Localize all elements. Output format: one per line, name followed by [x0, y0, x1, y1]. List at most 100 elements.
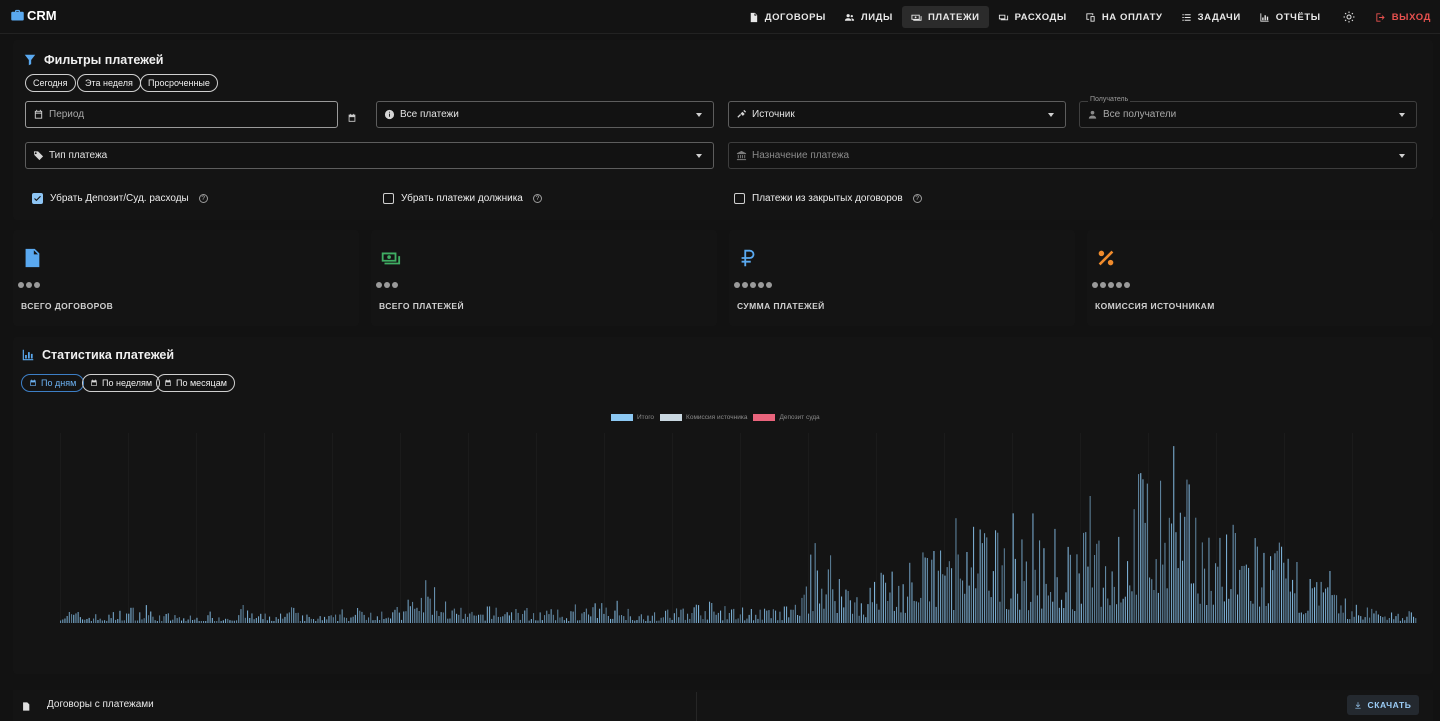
chart-bar[interactable] [596, 618, 598, 623]
chart-bar[interactable] [603, 613, 605, 623]
chart-bar[interactable] [471, 611, 473, 623]
chart-bar[interactable] [999, 601, 1001, 623]
chart-bar[interactable] [359, 610, 361, 623]
chart-bar[interactable] [1142, 479, 1144, 623]
chart-bar[interactable] [297, 612, 299, 623]
chart-bar[interactable] [1307, 610, 1309, 623]
chart-bar[interactable] [398, 612, 400, 623]
chart-bar[interactable] [1283, 562, 1285, 623]
chart-bar[interactable] [126, 613, 128, 624]
chart-bar[interactable] [1045, 583, 1047, 623]
chart-bar[interactable] [1162, 564, 1164, 623]
chart-bar[interactable] [541, 620, 543, 623]
chart-bar[interactable] [324, 616, 326, 623]
chart-bar[interactable] [761, 619, 763, 623]
chart-bar[interactable] [1391, 612, 1393, 624]
chart-bar[interactable] [992, 571, 994, 623]
chart-bar[interactable] [962, 580, 964, 624]
chart-bar[interactable] [755, 614, 757, 623]
chart-bar[interactable] [585, 608, 587, 623]
chart-bar[interactable] [379, 620, 381, 623]
chart-bar[interactable] [183, 618, 185, 623]
chart-bar[interactable] [1309, 579, 1311, 623]
chart-bar[interactable] [84, 619, 86, 623]
chart-bar[interactable] [194, 619, 196, 623]
checkbox-box[interactable] [734, 193, 745, 204]
chart-bar[interactable] [71, 614, 73, 623]
chart-bar[interactable] [161, 621, 163, 623]
chart-bar[interactable] [480, 614, 482, 623]
chart-bar[interactable] [1355, 604, 1357, 623]
chart-bar[interactable] [1366, 607, 1368, 624]
chart-bar[interactable] [823, 608, 825, 623]
calendar-picker-button[interactable] [347, 110, 359, 122]
chart-bar[interactable] [403, 611, 405, 624]
nav-item-expenses[interactable]: РАСХОДЫ [989, 6, 1076, 28]
chart-bar[interactable] [673, 613, 675, 623]
chart-bar[interactable] [357, 608, 359, 623]
chart-bar[interactable] [821, 588, 823, 623]
chart-bar[interactable] [803, 594, 805, 623]
chart-bar[interactable] [123, 620, 125, 623]
chart-bar[interactable] [264, 613, 266, 623]
chart-bar[interactable] [1019, 609, 1021, 623]
chart-bar[interactable] [500, 616, 502, 623]
chart-bar[interactable] [1314, 587, 1316, 623]
chart-bar[interactable] [172, 619, 174, 623]
chart-bar[interactable] [768, 610, 770, 623]
chart-bar[interactable] [660, 617, 662, 623]
chart-bar[interactable] [1010, 598, 1012, 624]
chart-bar[interactable] [1281, 546, 1283, 623]
chart-bar[interactable] [548, 614, 550, 623]
chart-bar[interactable] [1094, 555, 1096, 623]
chart-bar[interactable] [346, 617, 348, 623]
chart-bar[interactable] [825, 594, 827, 623]
chart-bar[interactable] [546, 610, 548, 623]
chart-bar[interactable] [599, 608, 601, 623]
chart-bar[interactable] [517, 612, 519, 623]
chart-bar[interactable] [451, 610, 453, 624]
chart-bar[interactable] [1316, 582, 1318, 623]
chart-bar[interactable] [1232, 524, 1234, 623]
chart-bar[interactable] [904, 612, 906, 623]
chart-bar[interactable] [343, 617, 345, 623]
chart-bar[interactable] [282, 618, 284, 623]
chart-bar[interactable] [649, 620, 651, 623]
chart-bar[interactable] [1067, 546, 1069, 623]
chart-bar[interactable] [1327, 587, 1329, 623]
chart-bar[interactable] [1120, 602, 1122, 624]
chart-bar[interactable] [706, 619, 708, 623]
chart-bar[interactable] [953, 610, 955, 623]
chart-bar[interactable] [856, 597, 858, 623]
chart-bar[interactable] [1245, 564, 1247, 623]
chart-bar[interactable] [1177, 568, 1179, 623]
chart-bar[interactable] [1003, 548, 1005, 623]
chart-bar[interactable] [295, 613, 297, 623]
chart-bar[interactable] [1336, 595, 1338, 623]
chart-bar[interactable] [119, 610, 121, 623]
chart-bar[interactable] [739, 614, 741, 623]
chart-bar[interactable] [412, 601, 414, 623]
chart-bar[interactable] [1408, 611, 1410, 623]
chart-bar[interactable] [852, 613, 854, 623]
chart-bar[interactable] [700, 615, 702, 623]
chart-bar[interactable] [1175, 532, 1177, 623]
chart-bar[interactable] [737, 618, 739, 623]
chart-bar[interactable] [420, 597, 422, 623]
chart-bar[interactable] [726, 619, 728, 623]
chart-bar[interactable] [863, 614, 865, 623]
chart-bar[interactable] [550, 609, 552, 623]
chart-bar[interactable] [1201, 542, 1203, 623]
checkbox-box[interactable] [383, 193, 394, 204]
chart-bar[interactable] [1311, 588, 1313, 623]
chart-bar[interactable] [1406, 616, 1408, 623]
chart-bar[interactable] [253, 619, 255, 623]
chart-bar[interactable] [918, 602, 920, 623]
chart-bar[interactable] [484, 620, 486, 623]
chart-bar[interactable] [1173, 446, 1175, 623]
chart-bar[interactable] [145, 605, 147, 623]
chart-bar[interactable] [302, 615, 304, 623]
chart-bar[interactable] [779, 611, 781, 623]
chart-bar[interactable] [1241, 566, 1243, 623]
chart-bar[interactable] [814, 543, 816, 623]
